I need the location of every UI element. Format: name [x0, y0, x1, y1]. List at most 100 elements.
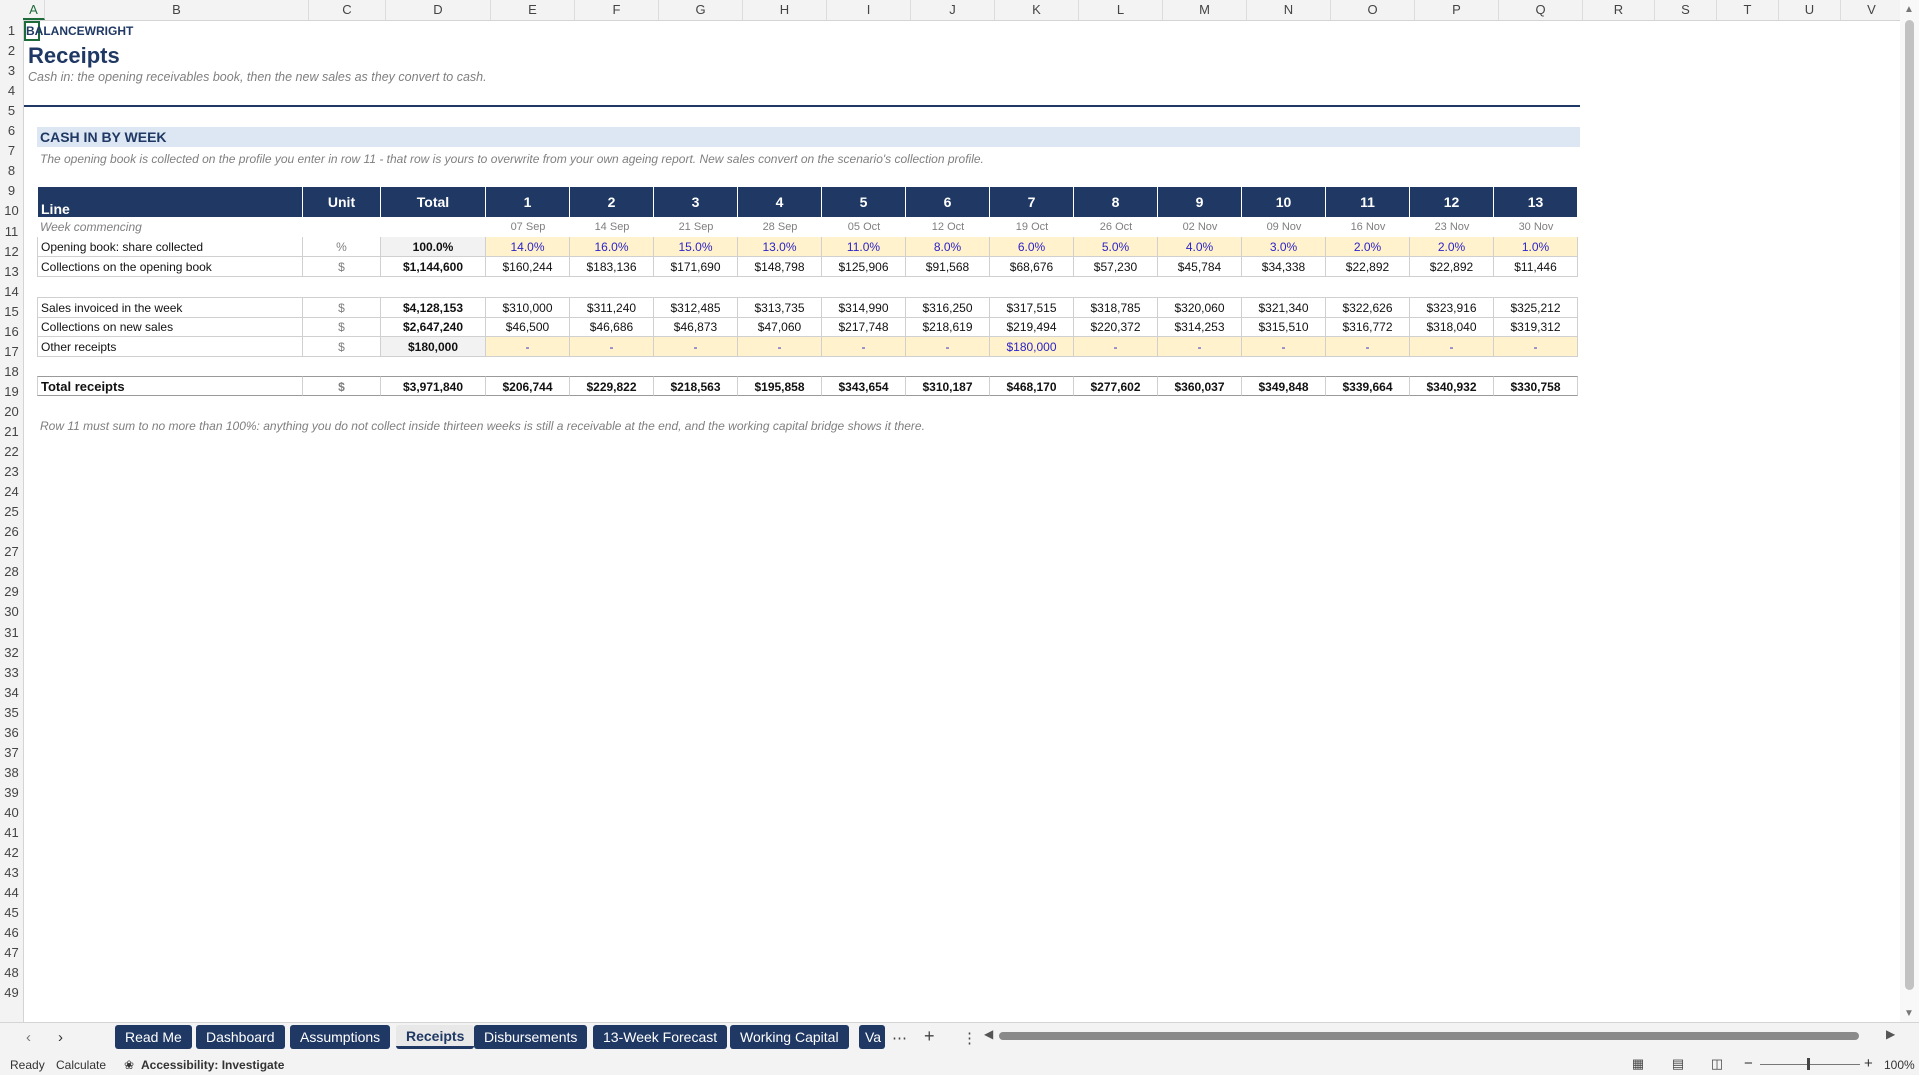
value-cell[interactable]: $220,372 — [1074, 317, 1158, 337]
vertical-ellipsis-icon[interactable]: ⋮ — [962, 1029, 977, 1047]
week-date[interactable]: 21 Sep — [654, 217, 738, 237]
input-cell[interactable]: - — [570, 337, 654, 357]
row-label[interactable]: Total receipts — [37, 376, 303, 396]
column-header[interactable]: J — [911, 0, 995, 20]
value-cell[interactable]: $46,500 — [486, 317, 570, 337]
scroll-up-icon[interactable]: ▲ — [1904, 4, 1914, 15]
header-week[interactable]: 10 — [1242, 187, 1326, 217]
value-cell[interactable]: $218,563 — [654, 376, 738, 396]
column-header[interactable]: O — [1331, 0, 1415, 20]
row-header[interactable]: 12 — [0, 242, 23, 262]
column-header[interactable]: V — [1841, 0, 1903, 20]
row-header[interactable]: 1 — [0, 21, 23, 41]
row-header[interactable]: 47 — [0, 943, 23, 963]
row-header[interactable]: 3 — [0, 61, 23, 81]
row-header[interactable]: 28 — [0, 562, 23, 582]
value-cell[interactable]: $160,244 — [486, 257, 570, 277]
header-week[interactable]: 6 — [906, 187, 990, 217]
column-header[interactable]: C — [309, 0, 386, 20]
value-cell[interactable]: $319,312 — [1494, 317, 1578, 337]
value-cell[interactable]: $321,340 — [1242, 298, 1326, 318]
header-week[interactable]: 11 — [1326, 187, 1410, 217]
row-header[interactable]: 21 — [0, 422, 23, 442]
input-cell[interactable]: 4.0% — [1158, 237, 1242, 257]
value-cell[interactable]: $323,916 — [1410, 298, 1494, 318]
value-cell[interactable]: $468,170 — [990, 376, 1074, 396]
row-label[interactable]: Sales invoiced in the week — [37, 298, 303, 318]
horizontal-scroll-thumb[interactable] — [999, 1032, 1859, 1040]
value-cell[interactable]: $206,744 — [486, 376, 570, 396]
header-week[interactable]: 3 — [654, 187, 738, 217]
page-layout-view-icon[interactable]: ▤ — [1670, 1056, 1686, 1071]
value-cell[interactable]: $312,485 — [654, 298, 738, 318]
total-cell[interactable] — [381, 217, 486, 237]
value-cell[interactable]: $68,676 — [990, 257, 1074, 277]
column-header[interactable]: E — [491, 0, 575, 20]
column-header[interactable]: P — [1415, 0, 1499, 20]
plus-icon[interactable]: + — [924, 1026, 935, 1047]
header-week[interactable]: 13 — [1494, 187, 1578, 217]
total-cell[interactable]: $4,128,153 — [381, 298, 486, 318]
sheet-tab-read-me[interactable]: Read Me — [115, 1025, 192, 1049]
value-cell[interactable]: $57,230 — [1074, 257, 1158, 277]
value-cell[interactable]: $343,654 — [822, 376, 906, 396]
value-cell[interactable]: $330,758 — [1494, 376, 1578, 396]
chevron-right-icon[interactable]: › — [58, 1029, 63, 1046]
vertical-scroll-thumb[interactable] — [1905, 20, 1914, 990]
input-cell[interactable]: 8.0% — [906, 237, 990, 257]
column-header[interactable]: G — [659, 0, 743, 20]
week-date[interactable]: 30 Nov — [1494, 217, 1578, 237]
row-header[interactable]: 45 — [0, 903, 23, 923]
header-week[interactable]: 2 — [570, 187, 654, 217]
header-week[interactable]: 7 — [990, 187, 1074, 217]
value-cell[interactable]: $34,338 — [1242, 257, 1326, 277]
column-header[interactable]: A — [23, 0, 45, 20]
value-cell[interactable]: $11,446 — [1494, 257, 1578, 277]
row-label[interactable]: Opening book: share collected — [37, 237, 303, 257]
input-cell[interactable]: - — [1410, 337, 1494, 357]
row-header[interactable]: 36 — [0, 723, 23, 743]
week-date[interactable]: 28 Sep — [738, 217, 822, 237]
value-cell[interactable]: $340,932 — [1410, 376, 1494, 396]
value-cell[interactable]: $313,735 — [738, 298, 822, 318]
total-cell[interactable]: $1,144,600 — [381, 257, 486, 277]
column-header[interactable]: K — [995, 0, 1079, 20]
header-week[interactable]: 5 — [822, 187, 906, 217]
column-header[interactable]: D — [386, 0, 491, 20]
week-date[interactable]: 16 Nov — [1326, 217, 1410, 237]
week-date[interactable]: 02 Nov — [1158, 217, 1242, 237]
row-header[interactable]: 38 — [0, 763, 23, 783]
value-cell[interactable]: $46,873 — [654, 317, 738, 337]
row-header[interactable]: 29 — [0, 582, 23, 602]
value-cell[interactable]: $22,892 — [1410, 257, 1494, 277]
row-header[interactable]: 41 — [0, 823, 23, 843]
vertical-scrollbar[interactable]: ▲ ▼ — [1900, 0, 1919, 1022]
row-header[interactable]: 27 — [0, 542, 23, 562]
column-header[interactable]: I — [827, 0, 911, 20]
value-cell[interactable]: $47,060 — [738, 317, 822, 337]
value-cell[interactable]: $183,136 — [570, 257, 654, 277]
row-label[interactable]: Other receipts — [37, 337, 303, 357]
value-cell[interactable]: $229,822 — [570, 376, 654, 396]
row-header[interactable]: 40 — [0, 803, 23, 823]
row-header[interactable]: 5 — [0, 101, 23, 121]
input-cell[interactable]: 15.0% — [654, 237, 738, 257]
column-header[interactable]: R — [1583, 0, 1655, 20]
week-date[interactable]: 09 Nov — [1242, 217, 1326, 237]
row-header[interactable]: 22 — [0, 442, 23, 462]
input-cell[interactable]: 3.0% — [1242, 237, 1326, 257]
row-header[interactable]: 42 — [0, 843, 23, 863]
column-header[interactable]: F — [575, 0, 659, 20]
header-week[interactable]: 4 — [738, 187, 822, 217]
page-break-view-icon[interactable]: ◫ — [1709, 1056, 1725, 1071]
total-cell[interactable]: $3,971,840 — [381, 376, 486, 396]
input-cell[interactable]: 11.0% — [822, 237, 906, 257]
unit-cell[interactable]: $ — [303, 337, 381, 357]
row-header[interactable]: 8 — [0, 161, 23, 181]
zoom-level[interactable]: 100% — [1884, 1058, 1915, 1072]
value-cell[interactable]: $318,785 — [1074, 298, 1158, 318]
zoom-slider[interactable] — [1760, 1064, 1860, 1065]
column-header[interactable]: B — [45, 0, 309, 20]
sheet-tab-dashboard[interactable]: Dashboard — [196, 1025, 285, 1049]
row-header[interactable]: 4 — [0, 81, 23, 101]
